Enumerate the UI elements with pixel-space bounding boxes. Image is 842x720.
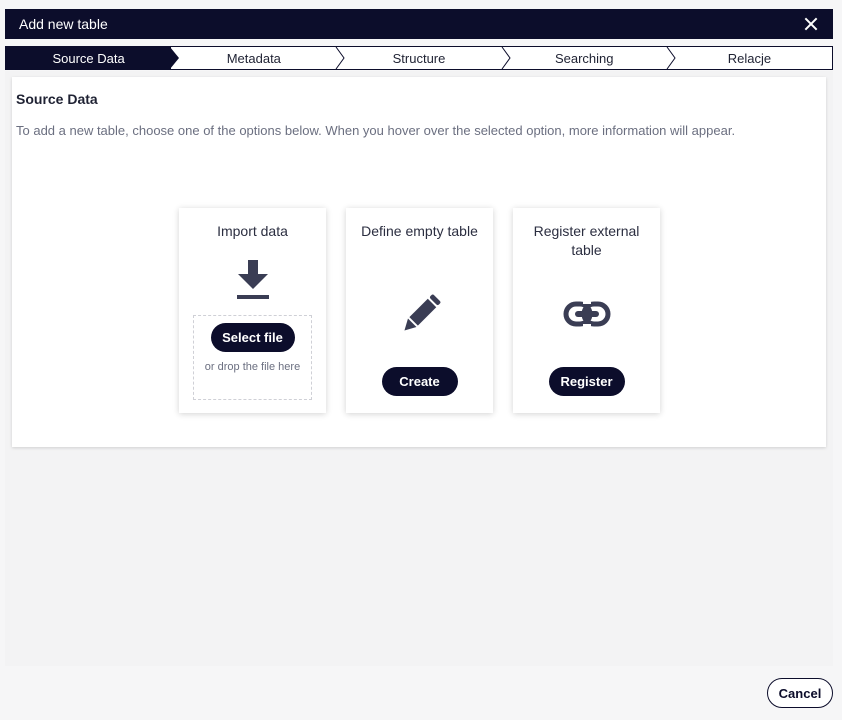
step-label: Metadata bbox=[226, 50, 281, 66]
define-empty-table-option[interactable]: Define empty table Create bbox=[346, 208, 493, 413]
step-label: Structure bbox=[392, 50, 446, 66]
step-metadata[interactable]: Metadata bbox=[171, 47, 346, 69]
dialog-title: Add new table bbox=[19, 16, 108, 32]
select-file-button[interactable]: Select file bbox=[210, 323, 295, 352]
register-external-table-option[interactable]: Register external table Register bbox=[513, 208, 660, 413]
chevron-right-icon bbox=[501, 47, 511, 69]
pencil-icon bbox=[403, 294, 440, 331]
step-label: Source Data bbox=[52, 50, 125, 66]
import-data-option[interactable]: Import data Select file or drop the file… bbox=[179, 208, 326, 413]
option-title: Define empty table bbox=[361, 223, 478, 239]
dialog-title-bar: Add new table bbox=[5, 9, 833, 39]
source-data-card: Source Data To add a new table, choose o… bbox=[12, 77, 826, 447]
section-heading: Source Data bbox=[16, 91, 98, 107]
file-drop-zone[interactable]: Select file or drop the file here bbox=[193, 315, 312, 400]
step-label: Relacje bbox=[727, 50, 772, 66]
register-button[interactable]: Register bbox=[548, 367, 625, 396]
create-button[interactable]: Create bbox=[381, 367, 458, 396]
section-description: To add a new table, choose one of the op… bbox=[16, 123, 736, 138]
cancel-button[interactable]: Cancel bbox=[767, 678, 833, 708]
step-source-data[interactable]: Source Data bbox=[6, 47, 180, 69]
drop-hint: or drop the file here bbox=[204, 361, 301, 373]
step-structure[interactable]: Structure bbox=[336, 47, 511, 69]
link-icon bbox=[563, 301, 610, 327]
option-title: Import data bbox=[217, 223, 288, 239]
chevron-right-icon bbox=[336, 47, 346, 69]
download-icon bbox=[236, 260, 269, 299]
step-relacje[interactable]: Relacje bbox=[667, 47, 832, 69]
option-title: Register external table bbox=[533, 223, 640, 258]
chevron-right-icon bbox=[170, 47, 180, 69]
step-label: Searching bbox=[554, 50, 614, 66]
step-searching[interactable]: Searching bbox=[502, 47, 676, 69]
wizard-content: Source Data To add a new table, choose o… bbox=[5, 71, 833, 666]
chevron-right-icon bbox=[666, 47, 676, 69]
close-icon[interactable] bbox=[801, 14, 821, 34]
wizard-stepper: Source Data Metadata Structure Searching… bbox=[5, 46, 833, 70]
